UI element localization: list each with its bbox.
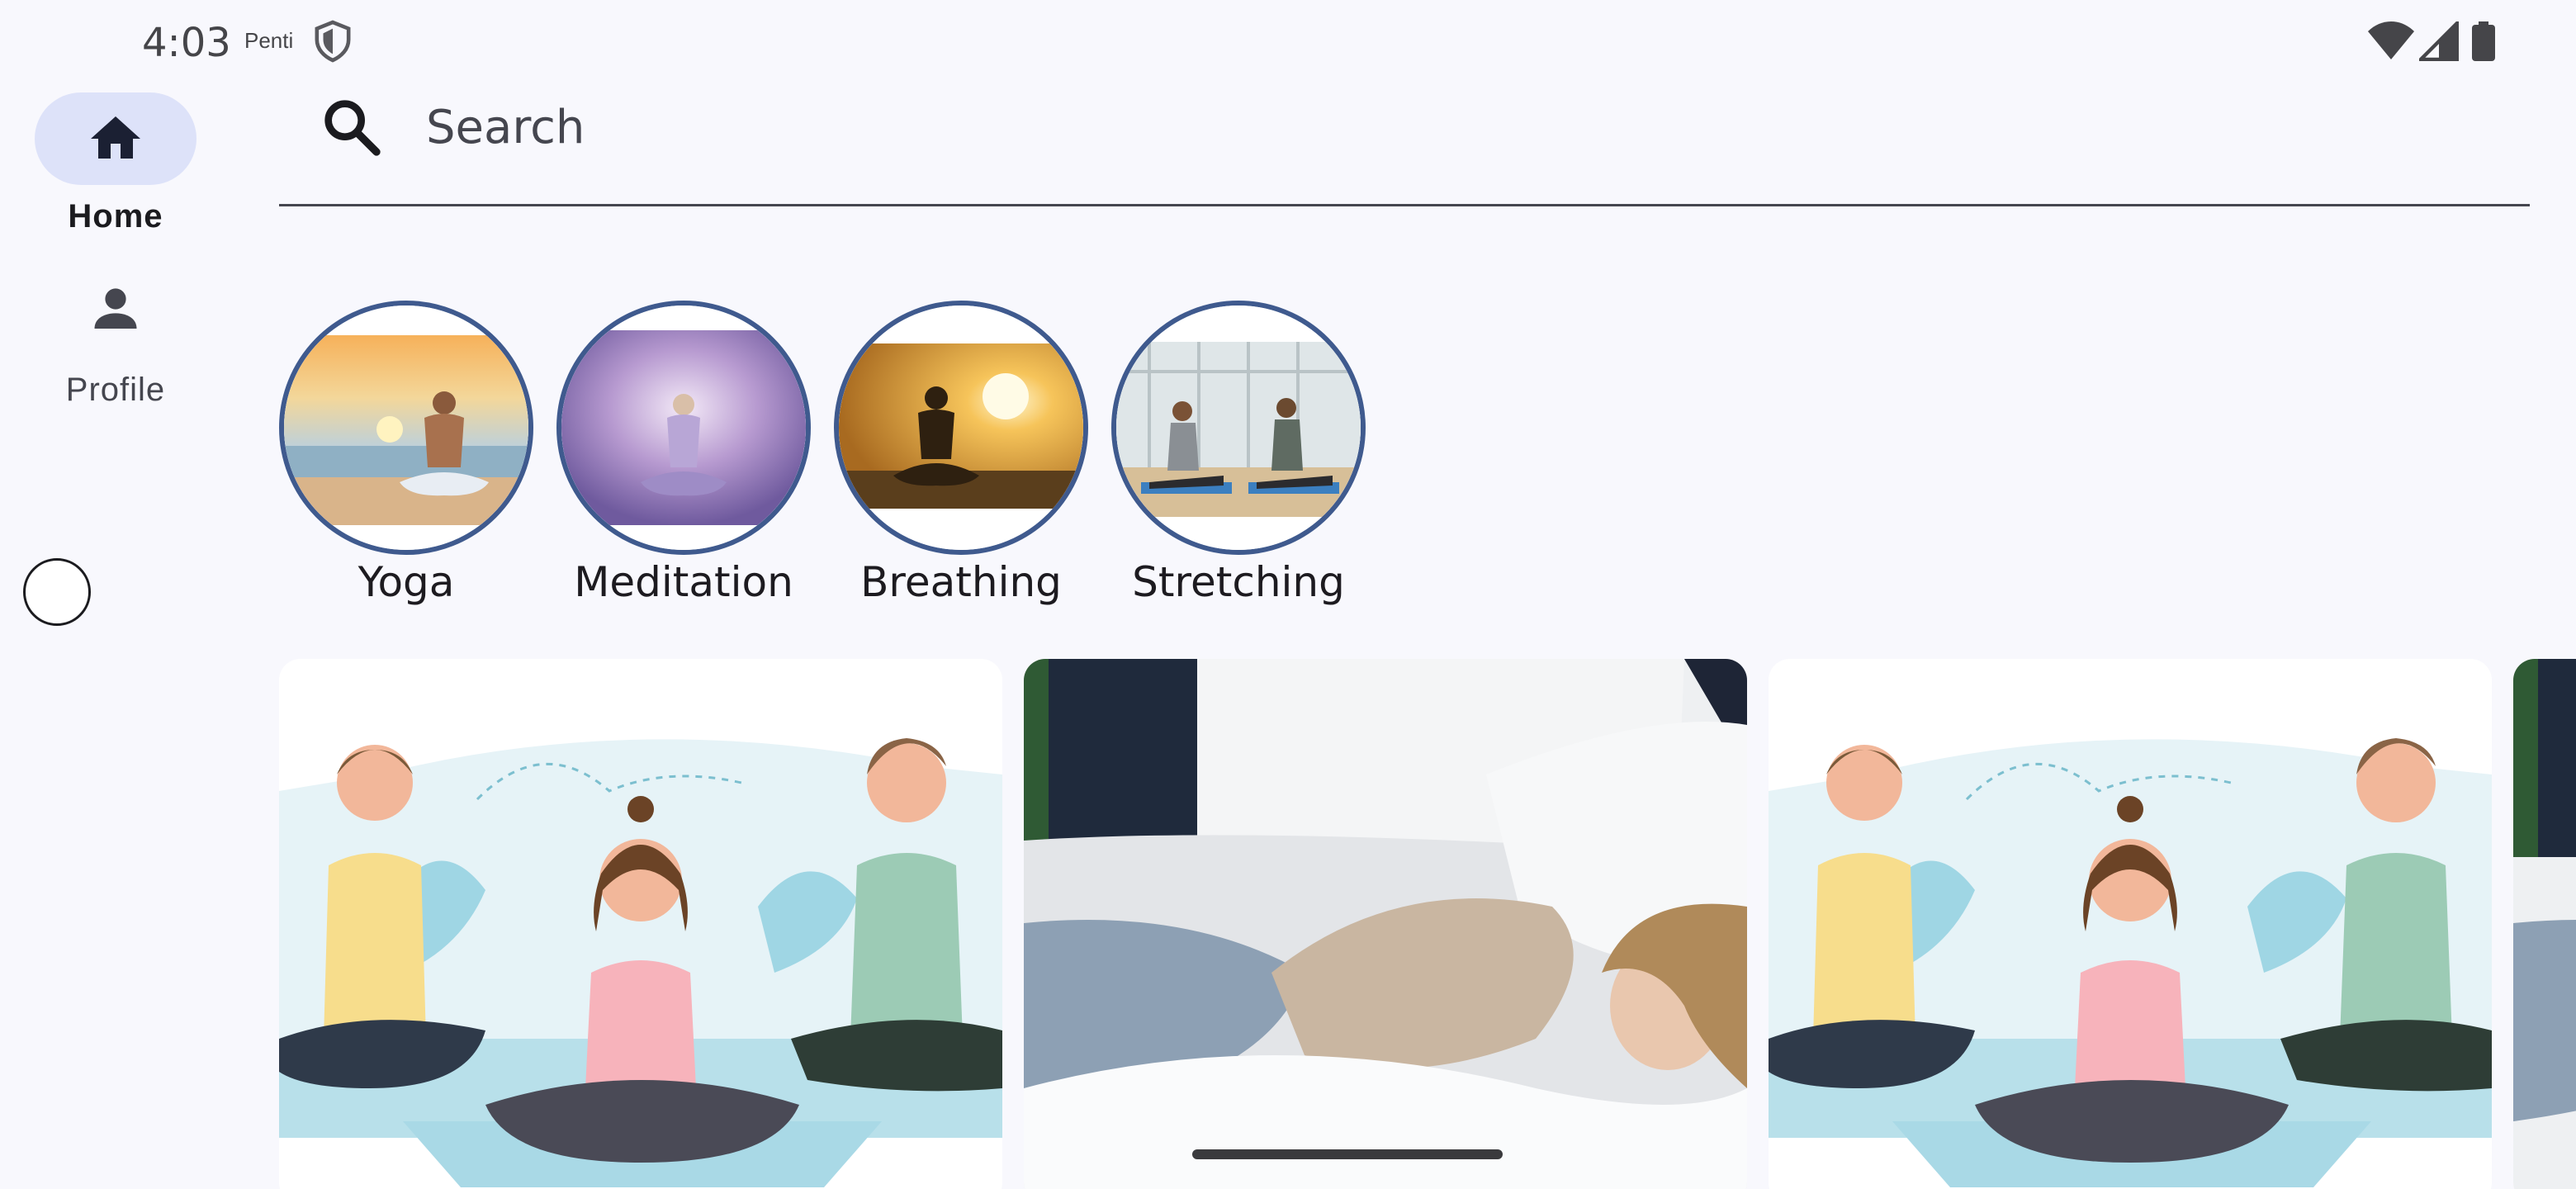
card-image-sleeping-woman (1024, 659, 1747, 1189)
content-card-yoga-2[interactable] (1769, 659, 2492, 1189)
wifi-icon (2368, 21, 2414, 59)
category-stretching[interactable]: Stretching (1111, 301, 1366, 614)
category-label-stretching: Stretching (1132, 558, 1345, 606)
category-yoga[interactable]: Yoga (279, 301, 533, 614)
home-icon (91, 116, 140, 159)
content-card-yoga[interactable] (279, 659, 1002, 1189)
card-image-yoga-illustration (279, 659, 1002, 1189)
search-bar[interactable] (279, 76, 2530, 206)
search-icon[interactable] (319, 94, 385, 160)
category-label-meditation: Meditation (574, 558, 793, 606)
category-image-stretching (1111, 301, 1366, 555)
app-screen: 4:03 Penti Home Profile Search Yoga Medi… (0, 0, 2576, 1189)
category-image-meditation (556, 301, 811, 555)
category-label-yoga: Yoga (358, 558, 455, 606)
card-image-yoga-illustration (1769, 659, 2492, 1189)
battery-icon (2472, 21, 2495, 61)
status-time: 4:03 (142, 20, 231, 66)
status-carrier: Penti (244, 28, 294, 53)
category-image-breathing (834, 301, 1088, 555)
search-input[interactable] (426, 94, 2408, 160)
category-label-breathing: Breathing (860, 558, 1062, 606)
category-image-yoga (279, 301, 533, 555)
home-gesture-bar[interactable] (1192, 1149, 1503, 1159)
floating-action-circle[interactable] (23, 558, 91, 626)
nav-label-profile: Profile (65, 372, 166, 408)
nav-item-profile[interactable]: Profile (35, 272, 197, 421)
content-card-sleep[interactable] (1024, 659, 1747, 1189)
category-breathing[interactable]: Breathing (834, 301, 1088, 614)
card-image-partial (2513, 659, 2576, 1189)
shield-icon (315, 20, 351, 63)
person-icon (94, 288, 137, 329)
signal-icon (2419, 21, 2459, 61)
nav-item-home[interactable]: Home (35, 92, 197, 238)
category-meditation[interactable]: Meditation (556, 301, 811, 614)
nav-label-home: Home (68, 198, 163, 234)
content-card-partial[interactable] (2513, 659, 2576, 1189)
